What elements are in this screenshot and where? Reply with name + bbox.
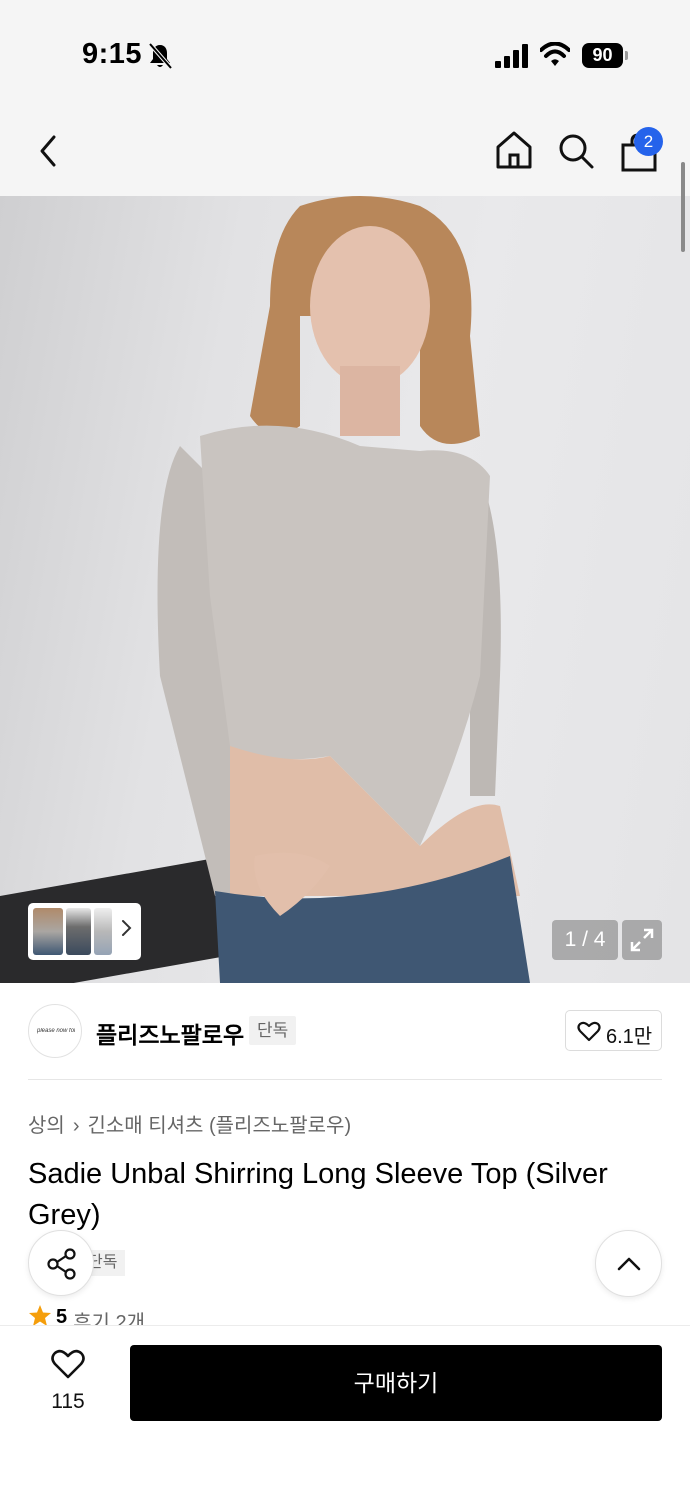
rating-score: 5: [56, 1306, 68, 1326]
status-time: 9:15: [82, 38, 143, 70]
buy-button[interactable]: 구매하기: [130, 1345, 662, 1421]
wishlist-button[interactable]: 115: [40, 1348, 96, 1420]
cellular-signal-icon: [495, 44, 528, 68]
breadcrumb: 상의 › 긴소매 티셔츠 (플리즈노팔로우): [28, 1109, 351, 1138]
thumbnail-3[interactable]: [94, 908, 112, 955]
model-figure: [157, 196, 530, 983]
heart-icon: [577, 1021, 601, 1042]
brand-like-button[interactable]: 6.1만: [565, 1010, 662, 1051]
divider: [28, 1079, 662, 1080]
thumbnail-1[interactable]: [33, 908, 63, 955]
breadcrumb-separator: ›: [72, 1115, 80, 1137]
expand-image-button[interactable]: [622, 920, 662, 960]
nav-header: [0, 105, 690, 196]
scrollbar[interactable]: [681, 162, 685, 252]
product-image[interactable]: 1 / 4: [0, 196, 690, 983]
bell-slash-icon: [148, 42, 173, 70]
review-count[interactable]: 후기 2개: [73, 1306, 145, 1326]
chevron-right-icon[interactable]: [120, 917, 134, 939]
wishlist-count: 115: [51, 1390, 85, 1413]
expand-icon: [630, 928, 654, 952]
thumbnail-2[interactable]: [66, 908, 91, 955]
scroll-to-top-button[interactable]: [595, 1230, 662, 1297]
home-icon[interactable]: [494, 129, 534, 171]
heart-icon: [51, 1349, 85, 1379]
rating-row[interactable]: 5 후기 2개: [28, 1304, 145, 1326]
brand-name[interactable]: 플리즈노팔로우: [96, 1016, 244, 1050]
product-title: Sadie Unbal Shirring Long Sleeve Top (Si…: [28, 1158, 608, 1231]
wifi-icon: [540, 42, 570, 66]
share-icon: [47, 1248, 76, 1280]
search-icon[interactable]: [556, 131, 596, 171]
breadcrumb-item[interactable]: 긴소매 티셔츠 (플리즈노팔로우): [87, 1115, 351, 1137]
thumbnail-strip[interactable]: [28, 903, 141, 960]
brand-logo[interactable]: please now follow: [28, 1004, 82, 1058]
status-bar: 9:15 90: [0, 0, 690, 105]
cart-count-badge: 2: [634, 127, 663, 156]
image-counter: 1 / 4: [552, 920, 618, 960]
exclusive-badge: 단독: [249, 1016, 297, 1045]
star-icon: [29, 1305, 51, 1326]
chevron-left-icon[interactable]: [30, 131, 66, 171]
battery-level: 90: [582, 43, 623, 68]
brand-like-count: 6.1만: [606, 1026, 653, 1048]
share-button[interactable]: [28, 1230, 94, 1296]
chevron-up-icon: [617, 1257, 641, 1271]
battery-icon: 90: [582, 43, 628, 68]
breadcrumb-item[interactable]: 상의: [28, 1115, 65, 1137]
